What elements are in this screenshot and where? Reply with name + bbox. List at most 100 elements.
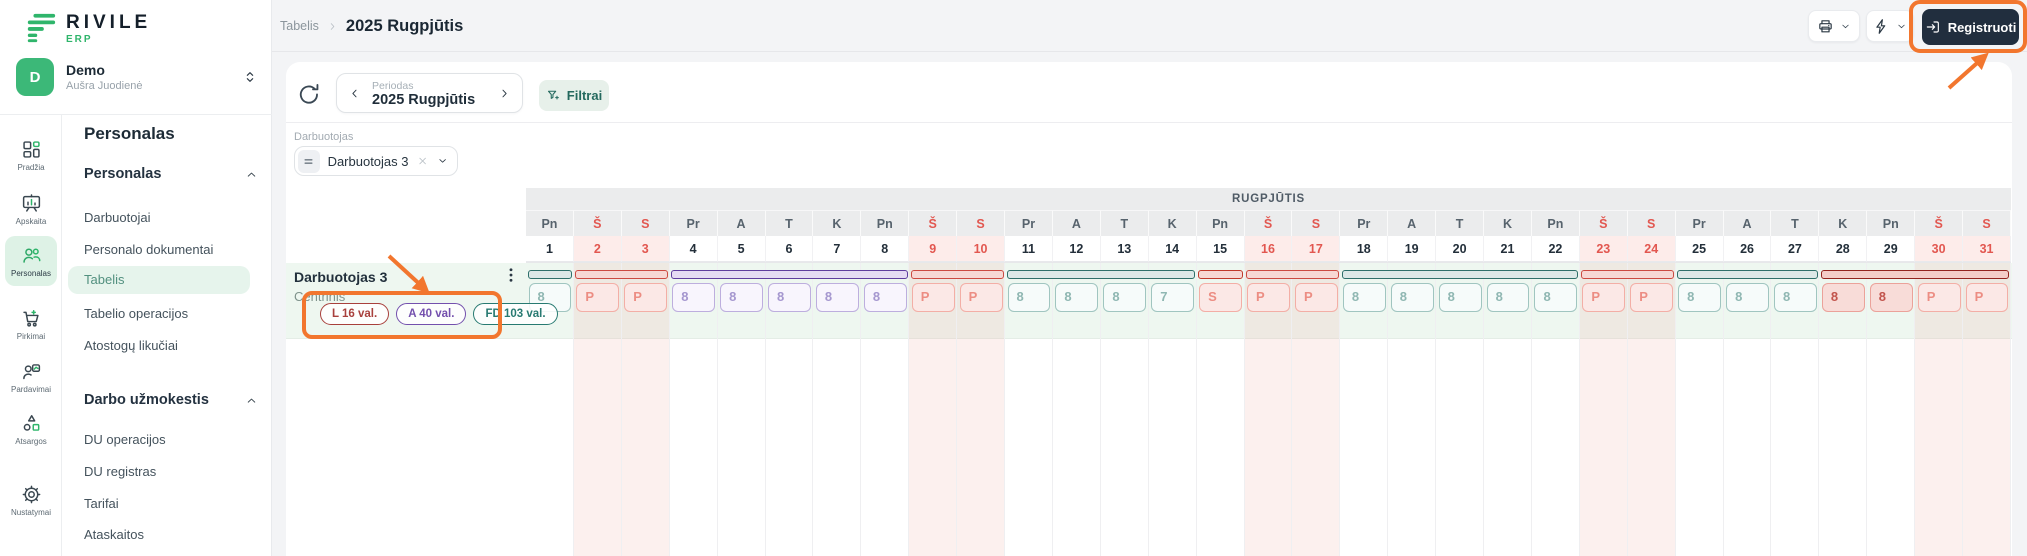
- weekday-cell: Š: [909, 210, 958, 236]
- timesheet-cell-day-8[interactable]: 8: [863, 283, 907, 312]
- date-cell: 30: [1915, 236, 1964, 262]
- weekday-cell: K: [813, 210, 862, 236]
- timesheet-cell-day-6[interactable]: 8: [768, 283, 811, 312]
- timesheet-cell-day-24[interactable]: P: [1630, 283, 1674, 312]
- sidebar-item-tabelio-operacijos[interactable]: Tabelio operacijos: [84, 306, 188, 322]
- avatar: D: [16, 58, 54, 96]
- weekday-cell: T: [1100, 210, 1149, 236]
- date-cell: 14: [1148, 236, 1197, 262]
- sidebar-item-du-operacijos[interactable]: DU operacijos: [84, 432, 166, 448]
- weekday-cell: K: [1819, 210, 1868, 236]
- sidebar-rail-item-nustatymai[interactable]: Nustatymai: [5, 475, 57, 525]
- user-switcher[interactable]: D Demo Aušra Juodienė: [16, 56, 258, 98]
- kebab-menu-icon[interactable]: [502, 266, 520, 284]
- timesheet-cell-day-22[interactable]: 8: [1534, 283, 1578, 312]
- print-menu-button[interactable]: [1808, 10, 1860, 42]
- timesheet-cell-day-14[interactable]: 7: [1151, 283, 1195, 312]
- timesheet-cell-day-11[interactable]: 8: [1007, 283, 1051, 312]
- previous-period-button[interactable]: [348, 87, 361, 100]
- timesheet-cell-day-19[interactable]: 8: [1390, 283, 1434, 312]
- equals-icon: [302, 155, 315, 168]
- date-cell: 6: [765, 236, 814, 262]
- sidebar-rail-item-pradžia[interactable]: Pradžia: [5, 130, 57, 180]
- rail-item-label: Pradžia: [17, 162, 45, 172]
- divider: [286, 122, 2012, 123]
- sidebar-rail-item-pardavimai[interactable]: Pardavimai: [5, 352, 57, 402]
- equals-operator-button[interactable]: [298, 149, 320, 173]
- app-window: RIVILE ERP D Demo Aušra Juodienė Pradžia…: [0, 0, 2027, 556]
- sidebar-item-personalo-dokumentai[interactable]: Personalo dokumentai: [84, 242, 213, 258]
- date-cell: 17: [1292, 236, 1341, 262]
- timesheet-cell-day-27[interactable]: 8: [1773, 283, 1817, 312]
- timesheet-cell-day-31[interactable]: P: [1965, 283, 2009, 312]
- date-cell: 25: [1675, 236, 1724, 262]
- sidebar-item-darbuotojai[interactable]: Darbuotojai: [84, 210, 151, 226]
- rail-item-label: Atsargos: [15, 436, 47, 446]
- sidebar-rail-item-apskaita[interactable]: Apskaita: [5, 184, 57, 234]
- date-cell: 31: [1963, 236, 2011, 262]
- employee-filter-chip[interactable]: Darbuotojas 3: [294, 146, 458, 176]
- timesheet-cell-day-2[interactable]: P: [576, 283, 620, 312]
- register-button[interactable]: Registruoti: [1922, 9, 2019, 45]
- chevron-up-icon: [245, 168, 258, 181]
- timesheet-cell-day-29[interactable]: 8: [1869, 283, 1913, 312]
- rail-item-label: Personalas: [10, 268, 52, 278]
- menu-section-1[interactable]: Personalas: [84, 166, 258, 182]
- next-period-button[interactable]: [498, 87, 511, 100]
- timesheet-cell-day-18[interactable]: 8: [1342, 283, 1386, 312]
- timesheet-cell-day-17[interactable]: P: [1294, 283, 1338, 312]
- timesheet-cell-day-15[interactable]: S: [1199, 283, 1243, 312]
- register-button-label: Registruoti: [1947, 19, 2017, 35]
- chevron-down-icon[interactable]: [437, 155, 448, 167]
- timesheet-cell-day-30[interactable]: P: [1917, 283, 1961, 312]
- date-cell: 7: [813, 236, 862, 262]
- employee-unit: Centrinis: [294, 289, 346, 304]
- expander-icon[interactable]: [242, 69, 258, 85]
- timesheet-cell-day-10[interactable]: P: [959, 283, 1003, 312]
- timesheet-cell-day-20[interactable]: 8: [1438, 283, 1482, 312]
- period-label: Periodas: [372, 80, 414, 92]
- timesheet-cell-day-9[interactable]: P: [911, 283, 955, 312]
- sidebar-item-ataskaitos[interactable]: Ataskaitos: [84, 527, 144, 543]
- timesheet-cell-day-5[interactable]: 8: [720, 283, 763, 312]
- timesheet-cell-day-21[interactable]: 8: [1486, 283, 1530, 312]
- clear-filter-icon[interactable]: [417, 155, 428, 167]
- timesheet-cell-day-13[interactable]: 8: [1103, 283, 1147, 312]
- sidebar-rail-item-atsargos[interactable]: Atsargos: [5, 404, 57, 454]
- sidebar-rail-item-pirkimai[interactable]: Pirkimai: [5, 299, 57, 349]
- timesheet-cell-day-23[interactable]: P: [1582, 283, 1626, 312]
- date-cell: 8: [861, 236, 910, 262]
- weekday-cell: Pn: [526, 210, 574, 236]
- weekday-cell: Pn: [1867, 210, 1916, 236]
- refresh-button[interactable]: [296, 82, 322, 108]
- timesheet-cell-day-4[interactable]: 8: [672, 283, 716, 312]
- sidebar-item-atostogų-likučiai[interactable]: Atostogų likučiai: [84, 338, 178, 354]
- menu-section-2[interactable]: Darbo užmokestis: [84, 392, 258, 408]
- sidebar-rail-item-personalas[interactable]: Personalas: [5, 236, 57, 286]
- timesheet-cell-day-25[interactable]: 8: [1678, 283, 1722, 312]
- sidebar-item-du-registras[interactable]: DU registras: [84, 464, 156, 480]
- timesheet-cell-day-12[interactable]: 8: [1055, 283, 1099, 312]
- date-cell: 1: [526, 236, 574, 262]
- hours-badge-a: A 40 val.: [396, 303, 467, 325]
- timesheet-cell-day-16[interactable]: P: [1247, 283, 1290, 312]
- breadcrumb-parent[interactable]: Tabelis: [280, 19, 319, 33]
- timesheet-cell-day-3[interactable]: P: [624, 283, 668, 312]
- date-cell: 20: [1436, 236, 1485, 262]
- timesheet-cell-day-26[interactable]: 8: [1726, 283, 1769, 312]
- weekday-cell: A: [1052, 210, 1101, 236]
- timesheet-cell-day-28[interactable]: 8: [1821, 283, 1865, 312]
- sidebar-item-tabelis[interactable]: Tabelis: [84, 272, 124, 288]
- period-value[interactable]: 2025 Rugpjūtis: [372, 92, 475, 108]
- timesheet-cell-day-7[interactable]: 8: [815, 283, 859, 312]
- sidebar-item-tarifai[interactable]: Tarifai: [84, 496, 119, 512]
- chevron-up-icon: [245, 394, 258, 407]
- cart-icon: [21, 308, 42, 329]
- filters-button[interactable]: Filtrai: [539, 80, 609, 111]
- date-cell: 9: [909, 236, 958, 262]
- weekday-cell: Š: [573, 210, 622, 236]
- chevron-right-icon: [327, 21, 338, 32]
- date-cell: 27: [1771, 236, 1820, 262]
- user-name: Demo: [66, 61, 105, 78]
- quick-actions-button[interactable]: [1866, 10, 1914, 42]
